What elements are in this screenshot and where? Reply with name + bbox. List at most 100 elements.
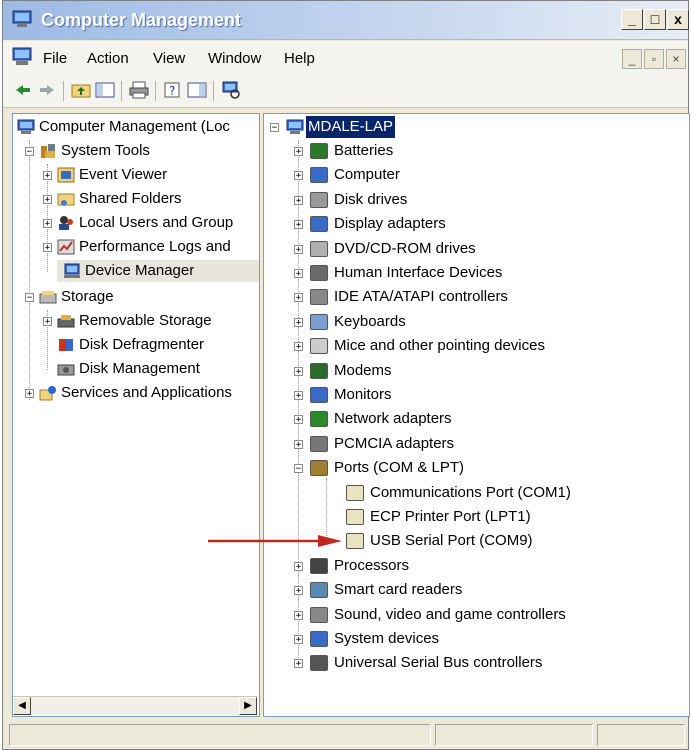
- expand-toggle[interactable]: +: [294, 635, 303, 645]
- expand-toggle[interactable]: +: [294, 293, 303, 303]
- tree-label: Network adapters: [334, 410, 452, 428]
- tree-label: Services and Applications: [61, 384, 232, 401]
- menu-view[interactable]: View: [153, 50, 185, 67]
- tree-label: System Tools: [61, 142, 150, 159]
- scan-hardware-icon[interactable]: [221, 81, 241, 99]
- menu-bar: File Action View Window Help _ ▫ ×: [3, 41, 688, 74]
- child-minimize-button[interactable]: _: [622, 49, 642, 69]
- close-button[interactable]: x: [667, 9, 689, 30]
- expand-toggle[interactable]: +: [43, 317, 52, 327]
- dvd-cdrom-icon: [310, 240, 328, 257]
- computer-management-icon: [17, 119, 35, 134]
- expand-toggle[interactable]: +: [294, 610, 303, 620]
- title-bar[interactable]: Computer Management _ □ x: [3, 1, 689, 40]
- expand-toggle[interactable]: +: [294, 171, 303, 181]
- expand-toggle[interactable]: +: [43, 243, 52, 253]
- console-tree-pane[interactable]: Computer Management (Loc − System Tools …: [12, 113, 260, 717]
- tree-node-device-manager[interactable]: Device Manager: [57, 260, 259, 282]
- forward-arrow-icon[interactable]: [37, 81, 57, 99]
- expand-toggle[interactable]: +: [294, 415, 303, 425]
- view-panel-icon[interactable]: [187, 81, 207, 99]
- expand-toggle[interactable]: +: [294, 586, 303, 596]
- tree-label: Universal Serial Bus controllers: [334, 654, 543, 672]
- minimize-button[interactable]: _: [621, 9, 643, 30]
- expand-toggle[interactable]: +: [294, 317, 303, 327]
- disk-management-icon: [57, 364, 75, 376]
- tree-label: Storage: [61, 288, 114, 305]
- menu-action[interactable]: Action: [87, 50, 129, 67]
- tree-label: PCMCIA adapters: [334, 434, 455, 452]
- help-properties-icon[interactable]: ?: [163, 81, 183, 99]
- event-viewer-icon: [57, 167, 75, 183]
- scroll-right-button[interactable]: ▶: [239, 697, 257, 715]
- tree-label: Display adapters: [334, 215, 446, 233]
- show-hide-tree-icon[interactable]: [95, 81, 115, 99]
- usb-controllers-icon: [310, 655, 328, 672]
- disk-drives-icon: [310, 191, 328, 208]
- back-arrow-icon[interactable]: [13, 81, 33, 99]
- expand-toggle[interactable]: +: [294, 220, 303, 230]
- window-title: Computer Management: [41, 10, 242, 30]
- port-connector-icon: [346, 509, 364, 525]
- monitors-icon: [310, 387, 328, 403]
- defragmenter-icon: [59, 339, 73, 351]
- expand-toggle[interactable]: +: [294, 366, 303, 376]
- hid-icon: [310, 265, 328, 281]
- pointer-arrow-annotation: [208, 535, 342, 547]
- toolbar-separator: [213, 81, 214, 101]
- tree-label: Computer Management (Loc: [39, 118, 230, 135]
- tree-label: Mice and other pointing devices: [334, 337, 545, 355]
- tree-label: ECP Printer Port (LPT1): [370, 508, 531, 525]
- expand-toggle[interactable]: +: [294, 147, 303, 157]
- scroll-left-button[interactable]: ◀: [13, 697, 31, 715]
- device-tree-pane[interactable]: − MDALE-LAP + Batteries + Computer + Disk dri…: [263, 113, 690, 717]
- expand-toggle[interactable]: +: [294, 195, 303, 205]
- ports-icon: [310, 460, 328, 477]
- collapse-toggle[interactable]: −: [270, 123, 279, 133]
- child-restore-button[interactable]: ▫: [644, 49, 664, 69]
- expand-toggle[interactable]: +: [294, 244, 303, 254]
- collapse-toggle[interactable]: −: [25, 293, 34, 303]
- expand-toggle[interactable]: +: [294, 342, 303, 352]
- expand-toggle[interactable]: +: [294, 391, 303, 401]
- tree-label: Performance Logs and: [79, 238, 231, 255]
- tree-label: Removable Storage: [79, 312, 212, 329]
- horizontal-scrollbar[interactable]: ◀ ▶: [13, 696, 257, 715]
- shared-folder-icon: [57, 193, 75, 206]
- tree-label: Local Users and Group: [79, 214, 234, 231]
- menu-file[interactable]: File: [43, 50, 67, 67]
- child-window-icon[interactable]: [11, 47, 33, 67]
- expand-toggle[interactable]: +: [294, 561, 303, 571]
- status-panel-2: [435, 724, 593, 746]
- ide-ata-icon: [310, 289, 328, 306]
- expand-toggle[interactable]: +: [294, 269, 303, 279]
- collapse-toggle[interactable]: −: [294, 464, 303, 474]
- status-bar: [3, 721, 688, 749]
- up-folder-icon[interactable]: [71, 81, 91, 99]
- menu-help[interactable]: Help: [284, 50, 315, 67]
- child-close-button[interactable]: ×: [666, 49, 686, 69]
- network-icon: [310, 411, 328, 428]
- tree-label: Sound, video and game controllers: [334, 605, 566, 623]
- smart-card-icon: [310, 582, 328, 599]
- menu-window[interactable]: Window: [208, 50, 261, 67]
- expand-toggle[interactable]: +: [43, 195, 52, 205]
- toolbar-separator: [155, 81, 156, 101]
- display-adapters-icon: [310, 216, 328, 233]
- expand-toggle[interactable]: +: [43, 171, 52, 181]
- collapse-toggle[interactable]: −: [25, 147, 34, 157]
- computer-icon: [286, 119, 304, 134]
- performance-icon: [57, 239, 75, 255]
- print-icon[interactable]: [129, 81, 149, 99]
- maximize-button[interactable]: □: [644, 9, 666, 30]
- tree-label: USB Serial Port (COM9): [370, 532, 533, 550]
- device-manager-icon: [64, 263, 80, 278]
- expand-toggle[interactable]: +: [43, 219, 52, 229]
- tree-label: Disk Defragmenter: [79, 336, 205, 353]
- tree-label: Event Viewer: [79, 166, 168, 183]
- expand-toggle[interactable]: +: [294, 439, 303, 449]
- users-icon: [59, 216, 73, 230]
- tree-label: Monitors: [334, 386, 392, 403]
- expand-toggle[interactable]: +: [294, 659, 303, 669]
- expand-toggle[interactable]: +: [25, 389, 34, 399]
